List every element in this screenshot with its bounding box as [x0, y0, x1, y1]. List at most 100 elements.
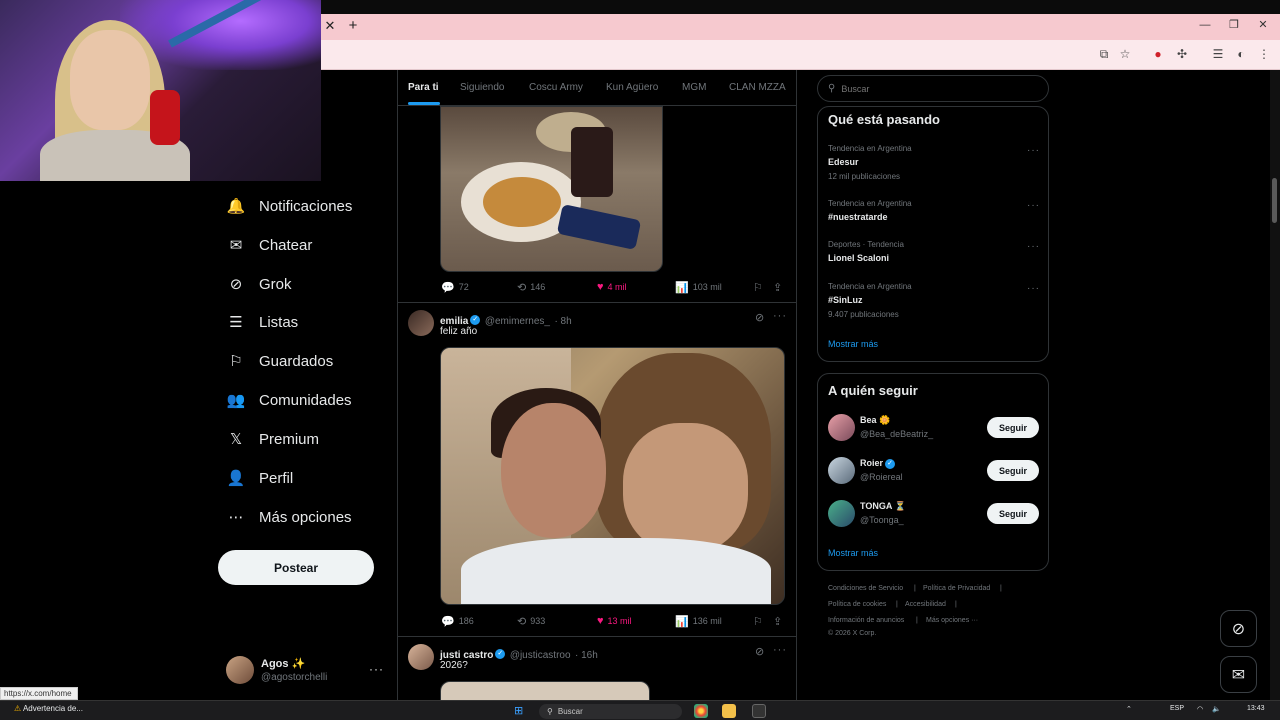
tweet-image-selfie[interactable] [440, 347, 785, 605]
trends-show-more-link[interactable]: Mostrar más [828, 339, 878, 349]
trend-name[interactable]: Edesur [828, 157, 859, 167]
trend-more-icon[interactable]: ··· [1027, 145, 1040, 156]
nav-more-options[interactable]: ⋯ Más opciones [218, 499, 388, 535]
tweet-avatar[interactable] [408, 644, 434, 670]
views-action[interactable]: 📊 136 mil [675, 613, 722, 629]
retweet-action[interactable]: ⟲ 933 [517, 613, 545, 629]
reply-action[interactable]: 💬 186 [441, 613, 474, 629]
tab-kun-aguero[interactable]: Kun Agüero [606, 82, 658, 93]
taskbar-warning[interactable]: ⚠ Advertencia de... [14, 704, 83, 713]
trend-name[interactable]: #nuestratarde [828, 212, 888, 222]
scrollbar-thumb[interactable] [1272, 178, 1277, 223]
footer-terms-link[interactable]: Condiciones de Servicio [828, 585, 903, 592]
follow-name[interactable]: Bea 🌼 [860, 415, 890, 426]
tweet-image-food[interactable] [440, 106, 663, 272]
nav-lists[interactable]: ☰ Listas [218, 304, 388, 340]
tweet-avatar[interactable] [408, 310, 434, 336]
trend-more-icon[interactable]: ··· [1027, 200, 1040, 211]
account-more-icon[interactable]: ··· [369, 662, 384, 676]
nav-grok[interactable]: ⊘ Grok [218, 266, 388, 302]
profile-icon[interactable]: ◐ [1233, 46, 1249, 62]
share-action[interactable]: ⇪ [773, 279, 786, 295]
grok-icon[interactable]: ⊘ [755, 645, 764, 658]
nav-communities[interactable]: 👥 Comunidades [218, 382, 388, 418]
microphone [150, 90, 180, 145]
nav-profile[interactable]: 👤 Perfil [218, 460, 388, 496]
trend-name[interactable]: #SinLuz [828, 295, 863, 305]
follow-avatar[interactable] [828, 500, 855, 527]
tweet-author-handle[interactable]: @justicastroo [510, 650, 571, 661]
follow-name[interactable]: Roier [860, 458, 883, 468]
opera-icon[interactable]: ● [1150, 46, 1166, 62]
tab-siguiendo[interactable]: Siguiendo [460, 82, 504, 93]
tweet-more-icon[interactable]: ··· [773, 310, 787, 322]
media-icon[interactable]: ☰ [1210, 46, 1226, 62]
close-tab-icon[interactable]: ✕ [323, 17, 337, 35]
taskbar-search[interactable]: ⚲ Buscar [539, 704, 682, 719]
tray-chevron-icon[interactable]: ⌃ [1126, 705, 1132, 713]
tweet-time[interactable]: · 8h [554, 316, 571, 327]
messages-float-button[interactable]: ✉ [1220, 656, 1257, 693]
footer-cookies-link[interactable]: Política de cookies [828, 601, 886, 608]
bookmark-action[interactable]: ⚐ [753, 613, 767, 629]
tweet-image-partial[interactable] [440, 681, 650, 701]
account-name[interactable]: Agos ✨ [261, 657, 305, 670]
trend-name[interactable]: Lionel Scaloni [828, 253, 889, 263]
folder-taskbar-icon[interactable] [722, 704, 736, 718]
close-window-icon[interactable]: ✕ [1252, 16, 1274, 34]
follow-show-more-link[interactable]: Mostrar más [828, 548, 878, 558]
reply-action[interactable]: 💬 72 [441, 279, 469, 295]
search-box[interactable]: ⚲ [817, 75, 1049, 102]
account-avatar[interactable] [226, 656, 254, 684]
nav-bookmarks[interactable]: ⚐ Guardados [218, 343, 388, 379]
extensions-icon[interactable]: ✣ [1174, 46, 1190, 62]
volume-icon[interactable]: 🔈 [1212, 705, 1221, 713]
bookmark-action[interactable]: ⚐ [753, 279, 767, 295]
menu-icon[interactable]: ⋮ [1256, 46, 1272, 62]
footer-ads-info-link[interactable]: Información de anuncios [828, 617, 904, 624]
nav-notifications[interactable]: 🔔 Notificaciones [218, 188, 388, 224]
like-action[interactable]: ♥ 4 mil [597, 279, 627, 295]
nav-chat[interactable]: ✉ Chatear [218, 227, 388, 263]
install-app-icon[interactable]: ⧉ [1096, 46, 1112, 62]
tweet-more-icon[interactable]: ··· [773, 644, 787, 656]
tab-para-ti[interactable]: Para ti [408, 82, 439, 93]
tab-coscu-army[interactable]: Coscu Army [529, 82, 583, 93]
tweet-time[interactable]: · 16h [575, 650, 598, 661]
follow-avatar[interactable] [828, 457, 855, 484]
clock-time[interactable]: 13:43 [1247, 705, 1265, 712]
star-icon[interactable]: ☆ [1117, 46, 1133, 62]
keyboard-lang[interactable]: ESP [1170, 705, 1184, 712]
retweet-action[interactable]: ⟲ 146 [517, 279, 545, 295]
follow-name[interactable]: TONGA ⏳ [860, 501, 906, 512]
minimize-icon[interactable]: — [1194, 16, 1216, 34]
footer-accessibility-link[interactable]: Accesibilidad [905, 601, 946, 608]
footer-privacy-link[interactable]: Política de Privacidad [923, 585, 990, 592]
tab-clan-mzza[interactable]: CLAN MZZA [729, 82, 786, 93]
tab-mgm[interactable]: MGM [682, 82, 706, 93]
grok-float-button[interactable]: ⊘ [1220, 610, 1257, 647]
share-action[interactable]: ⇪ [773, 613, 786, 629]
trend-more-icon[interactable]: ··· [1027, 241, 1040, 252]
app-taskbar-icon[interactable] [752, 704, 766, 718]
tweet-author-handle[interactable]: @emimernes_ [485, 316, 550, 327]
chrome-taskbar-icon[interactable] [694, 704, 708, 718]
follow-button[interactable]: Seguir [987, 503, 1039, 524]
grok-icon[interactable]: ⊘ [755, 311, 764, 324]
search-input[interactable] [841, 83, 1032, 94]
wifi-icon[interactable]: ◠ [1197, 705, 1203, 713]
nav-premium[interactable]: 𝕏 Premium [218, 421, 388, 457]
post-button[interactable]: Postear [218, 550, 374, 585]
maximize-icon[interactable]: ❐ [1223, 16, 1245, 34]
trends-title: Qué está pasando [828, 112, 940, 127]
new-tab-icon[interactable]: + [345, 17, 361, 35]
trend-more-icon[interactable]: ··· [1027, 283, 1040, 294]
like-action[interactable]: ♥ 13 mil [597, 613, 632, 629]
follow-button[interactable]: Seguir [987, 417, 1039, 438]
follow-avatar[interactable] [828, 414, 855, 441]
windows-start-icon[interactable]: ⊞ [514, 705, 528, 717]
scrollbar[interactable] [1270, 70, 1280, 700]
footer-more-link[interactable]: Más opciones ··· [926, 617, 978, 624]
follow-button[interactable]: Seguir [987, 460, 1039, 481]
views-action[interactable]: 📊 103 mil [675, 279, 722, 295]
